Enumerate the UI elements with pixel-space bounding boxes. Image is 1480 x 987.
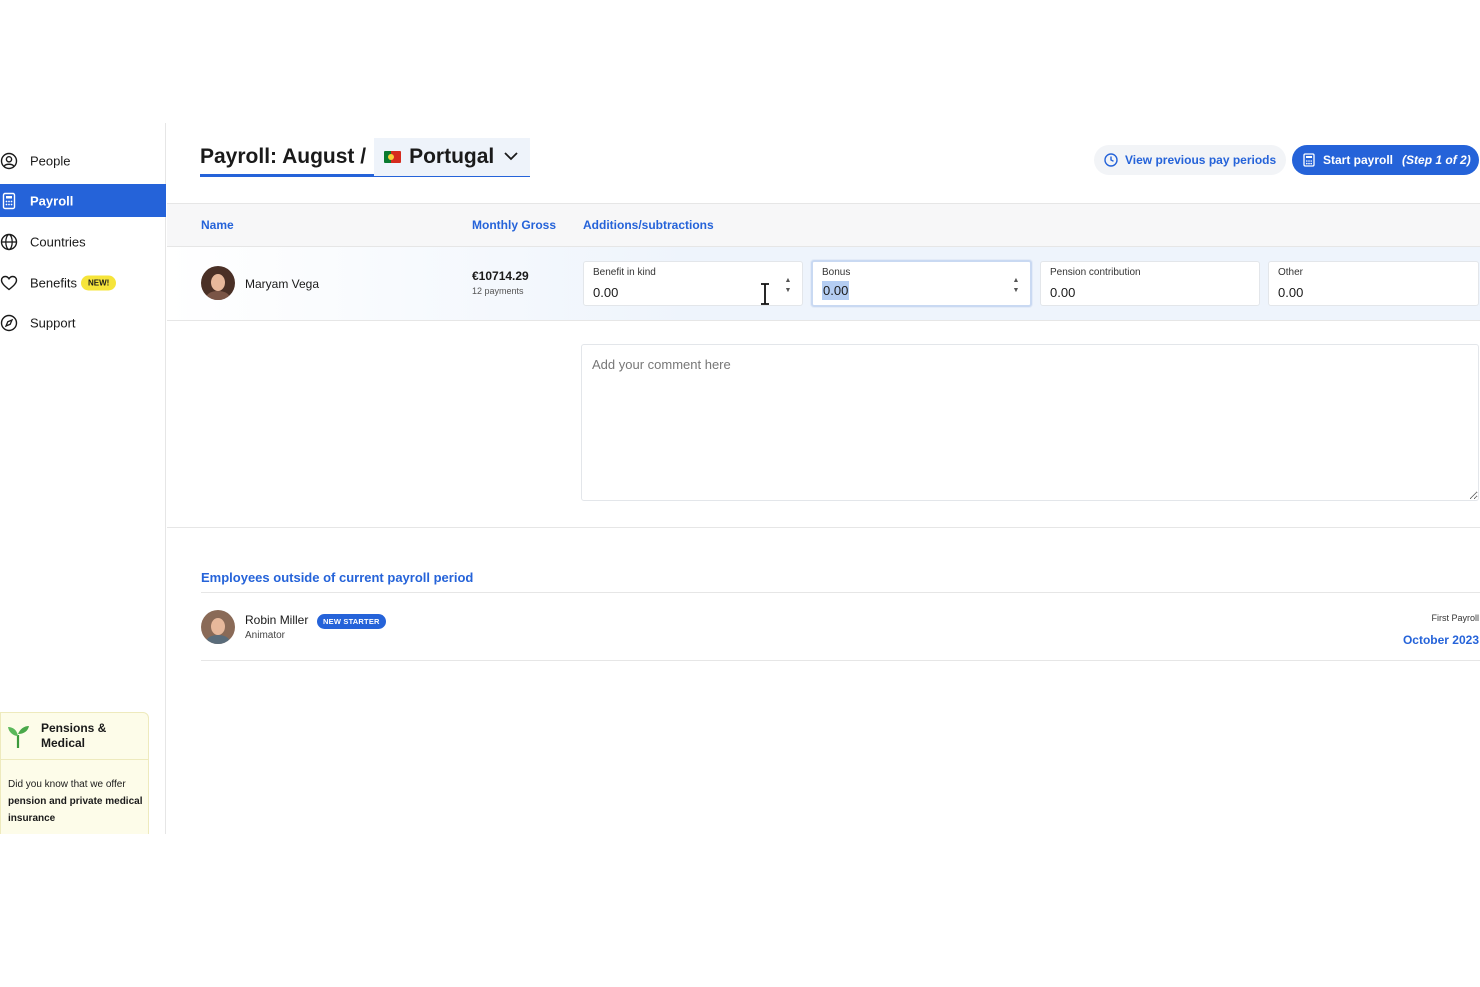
chevron-down-icon bbox=[504, 148, 518, 166]
sidebar-item-countries[interactable]: Countries bbox=[0, 225, 166, 258]
stepper-down-icon[interactable]: ▼ bbox=[1013, 287, 1020, 295]
compass-icon bbox=[0, 314, 18, 332]
portugal-flag-icon bbox=[384, 150, 402, 163]
country-selector[interactable]: Portugal bbox=[374, 137, 531, 176]
sidebar-item-label: Countries bbox=[30, 234, 86, 249]
section-divider bbox=[167, 527, 1480, 528]
column-header-additions[interactable]: Additions/subtractions bbox=[583, 218, 714, 232]
stepper-down-icon[interactable]: ▼ bbox=[785, 287, 792, 295]
number-stepper[interactable]: ▲ ▼ bbox=[783, 277, 793, 295]
heart-icon bbox=[0, 274, 18, 292]
first-payroll-value: October 2023 bbox=[1402, 633, 1479, 647]
promo-body: Did you know that we offer pension and p… bbox=[8, 776, 143, 827]
start-payroll-button[interactable]: Start payroll (Step 1 of 2) bbox=[1292, 145, 1479, 175]
first-payroll-label: First Payroll bbox=[1431, 613, 1479, 623]
sidebar-item-label: Benefits bbox=[30, 275, 77, 290]
text-cursor-icon bbox=[761, 283, 769, 305]
field-label: Other bbox=[1278, 267, 1304, 278]
bonus-field[interactable]: Bonus 0.00 ▲ ▼ bbox=[811, 260, 1032, 307]
other-input[interactable] bbox=[1278, 283, 1438, 301]
pensions-promo-card[interactable]: Pensions & Medical Did you know that we … bbox=[0, 712, 149, 834]
country-name: Portugal bbox=[409, 144, 495, 168]
sidebar-item-label: People bbox=[30, 153, 71, 168]
stepper-up-icon[interactable]: ▲ bbox=[785, 277, 792, 285]
field-label: Benefit in kind bbox=[593, 267, 656, 278]
number-stepper[interactable]: ▲ ▼ bbox=[1011, 277, 1021, 295]
clock-icon bbox=[1104, 153, 1118, 167]
sidebar: People Payroll Countries Benefits NEW! S… bbox=[0, 123, 166, 834]
field-label: Bonus bbox=[822, 267, 851, 278]
payroll-app: People Payroll Countries Benefits NEW! S… bbox=[0, 123, 1480, 834]
pension-contribution-input[interactable] bbox=[1050, 283, 1210, 301]
promo-header: Pensions & Medical bbox=[1, 713, 148, 760]
monthly-gross-value: €10714.29 bbox=[472, 269, 529, 283]
outside-period-title: Employees outside of current payroll per… bbox=[201, 570, 474, 585]
view-previous-label: View previous pay periods bbox=[1125, 153, 1277, 167]
stepper-up-icon[interactable]: ▲ bbox=[1013, 277, 1020, 285]
view-previous-pay-periods-button[interactable]: View previous pay periods bbox=[1094, 145, 1287, 175]
benefit-in-kind-input[interactable] bbox=[593, 283, 753, 301]
calculator-icon bbox=[0, 192, 18, 210]
globe-icon bbox=[0, 233, 18, 251]
comment-textarea[interactable] bbox=[581, 344, 1479, 501]
sidebar-item-benefits[interactable]: Benefits NEW! bbox=[0, 266, 166, 299]
promo-body-bold: pension and private medical insurance bbox=[8, 796, 143, 824]
avatar bbox=[201, 266, 235, 300]
other-field[interactable]: Other bbox=[1268, 261, 1479, 306]
pension-contribution-field[interactable]: Pension contribution bbox=[1040, 261, 1260, 306]
sidebar-item-support[interactable]: Support bbox=[0, 306, 166, 339]
column-header-name[interactable]: Name bbox=[201, 218, 234, 232]
field-label: Pension contribution bbox=[1050, 267, 1141, 278]
user-circle-icon bbox=[0, 152, 18, 170]
start-payroll-label: Start payroll bbox=[1323, 153, 1394, 167]
start-payroll-step: (Step 1 of 2) bbox=[1402, 153, 1471, 167]
sidebar-item-label: Payroll bbox=[30, 193, 74, 208]
column-header-monthly-gross[interactable]: Monthly Gross bbox=[472, 218, 556, 232]
sidebar-item-people[interactable]: People bbox=[0, 144, 166, 177]
employee-role: Animator bbox=[245, 630, 286, 641]
sidebar-item-payroll[interactable]: Payroll bbox=[0, 184, 166, 217]
avatar bbox=[201, 610, 235, 644]
sprout-icon bbox=[6, 723, 30, 749]
employee-name[interactable]: Maryam Vega bbox=[245, 277, 319, 291]
payments-count: 12 payments bbox=[472, 286, 524, 296]
monthly-gross: €10714.29 12 payments bbox=[472, 269, 529, 296]
promo-body-text: Did you know that we offer bbox=[8, 779, 126, 790]
employee-name[interactable]: Robin Miller bbox=[245, 613, 308, 627]
sidebar-item-label: Support bbox=[30, 315, 76, 330]
table-row: Maryam Vega €10714.29 12 payments Benefi… bbox=[167, 247, 1480, 321]
bonus-input-selected-value[interactable]: 0.00 bbox=[822, 281, 850, 300]
new-starter-badge: NEW STARTER bbox=[317, 614, 386, 629]
list-item[interactable]: Robin Miller NEW STARTER Animator First … bbox=[201, 593, 1480, 661]
payroll-table-header: Name Monthly Gross Additions/subtraction… bbox=[167, 203, 1480, 247]
page-title-text: Payroll: August / bbox=[200, 144, 367, 168]
promo-title: Pensions & Medical bbox=[41, 721, 107, 750]
page-title: Payroll: August / Portugal bbox=[200, 137, 531, 177]
new-badge: NEW! bbox=[81, 275, 117, 290]
calculator-icon bbox=[1303, 153, 1315, 167]
